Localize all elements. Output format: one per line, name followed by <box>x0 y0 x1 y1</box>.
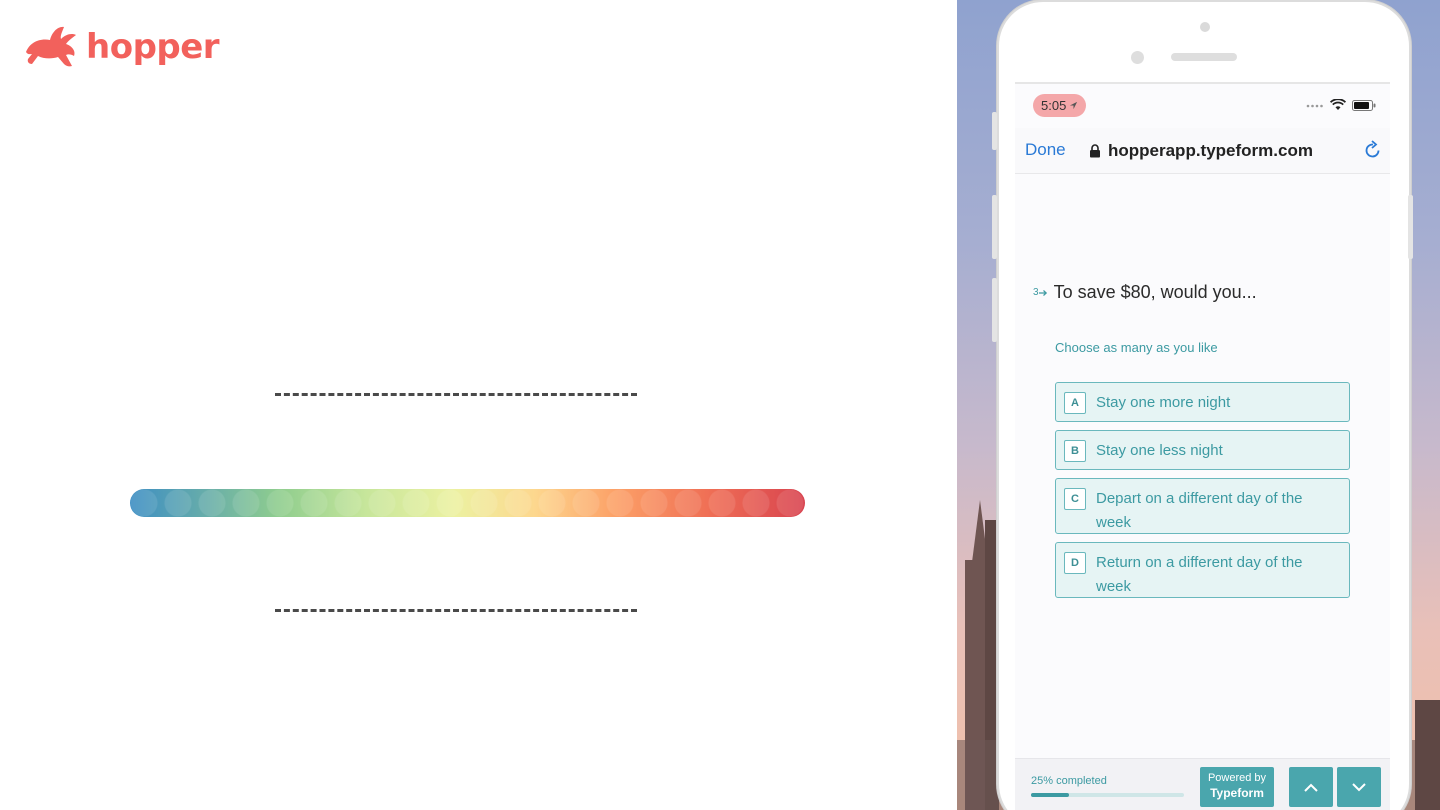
phone-volume-down <box>992 278 997 342</box>
phone-volume-up <box>992 195 997 259</box>
powered-by-typeform-button[interactable]: Powered by Typeform <box>1200 767 1274 807</box>
question-text: To save $80, would you... <box>1053 282 1257 302</box>
dashed-divider-top <box>275 393 637 396</box>
front-camera <box>1200 22 1210 32</box>
lock-icon <box>1090 144 1100 158</box>
choice-option-a[interactable]: A Stay one more night <box>1055 382 1350 422</box>
url-text: hopperapp.typeform.com <box>1108 141 1313 160</box>
choice-option-c[interactable]: C Depart on a different day of the week <box>1055 478 1350 534</box>
arrow-right-icon <box>1038 289 1047 296</box>
progress-bar <box>1031 793 1184 797</box>
done-button[interactable]: Done <box>1025 140 1066 160</box>
address-bar[interactable]: hopperapp.typeform.com <box>1089 141 1313 161</box>
powered-by-text: Powered by <box>1207 772 1267 784</box>
choice-label: Depart on a different day of the week <box>1096 490 1303 531</box>
location-arrow-icon <box>1070 101 1078 110</box>
choice-label: Stay one less night <box>1096 442 1223 459</box>
choice-key: B <box>1064 440 1086 462</box>
next-question-button[interactable] <box>1337 767 1381 807</box>
chevron-up-icon <box>1304 783 1318 792</box>
typeform-brand-text: Typeform <box>1210 786 1264 800</box>
price-gradient-bar <box>130 489 805 517</box>
chevron-down-icon <box>1352 782 1366 791</box>
status-time-pill[interactable]: 5:05 <box>1033 94 1087 117</box>
form-footer: 25% completed Powered by Typeform <box>1015 758 1390 810</box>
choice-key: D <box>1064 552 1086 574</box>
brand-wordmark: hopper <box>86 27 220 67</box>
phone-power-button <box>1408 195 1413 259</box>
signal-dots-icon <box>1306 104 1323 108</box>
proximity-sensor <box>1131 51 1144 64</box>
phone-screen: 5:05 Done hopperapp.typeform.com 3 To sa… <box>1015 82 1390 810</box>
choice-key: C <box>1064 488 1086 510</box>
rabbit-icon <box>26 26 76 67</box>
previous-question-button[interactable] <box>1289 767 1333 807</box>
progress-fill <box>1031 793 1070 797</box>
choice-option-b[interactable]: B Stay one less night <box>1055 430 1350 470</box>
browser-toolbar: Done hopperapp.typeform.com <box>1015 128 1390 174</box>
choice-option-d[interactable]: D Return on a different day of the week <box>1055 542 1350 598</box>
question-heading: 3 To save $80, would you... <box>1033 282 1257 303</box>
choice-label: Stay one more night <box>1096 394 1231 411</box>
battery-icon <box>1352 99 1376 111</box>
wifi-icon <box>1330 99 1346 110</box>
question-number: 3 <box>1033 287 1048 298</box>
status-bar: 5:05 <box>1015 84 1390 128</box>
reload-icon[interactable] <box>1364 140 1382 160</box>
choice-key: A <box>1064 392 1086 414</box>
phone-mute-switch <box>992 112 997 150</box>
progress-label: 25% completed <box>1031 775 1107 787</box>
choice-label: Return on a different day of the week <box>1096 554 1303 595</box>
question-hint: Choose as many as you like <box>1055 340 1218 355</box>
status-time: 5:05 <box>1041 98 1067 113</box>
dashed-divider-bottom <box>275 609 637 612</box>
earpiece-speaker <box>1171 53 1237 61</box>
hopper-logo: hopper <box>22 24 220 70</box>
